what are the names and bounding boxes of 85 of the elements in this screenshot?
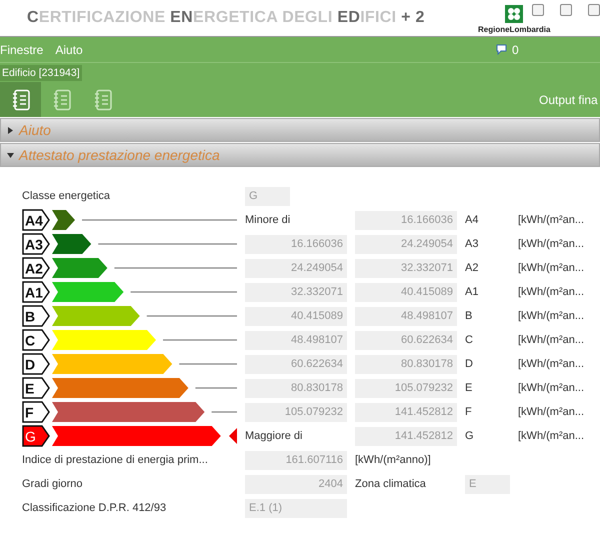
- unit-label: [kWh/(m²an...: [518, 310, 586, 322]
- class-name: A2: [465, 262, 480, 274]
- climate-zone-field: E: [465, 474, 510, 494]
- window-title: CERTIFICAZIONE ENERGETICA DEGLI EDIFICI + 2: [27, 9, 425, 27]
- section-title: Attestato prestazione energetica: [19, 147, 220, 163]
- range-to-field: 40.415089: [355, 282, 457, 302]
- message-count: 0: [512, 42, 519, 56]
- minimize-button[interactable]: [532, 4, 544, 16]
- range-from-field: 80.830178: [245, 378, 347, 398]
- range-label: Maggiore di: [245, 430, 304, 442]
- class-label-tag: A4: [22, 209, 50, 231]
- range-from-field: 48.498107: [245, 330, 347, 350]
- range-to-field: 48.498107: [355, 306, 457, 326]
- range-from-field: 105.079232: [245, 402, 347, 422]
- field-label: Indice di prestazione di energia prim...: [22, 454, 209, 466]
- unit-label: [kWh/(m²an...: [518, 214, 586, 226]
- unit-label: [kWh/(m²an...: [518, 358, 586, 370]
- range-to-field: 16.166036: [355, 210, 457, 230]
- class-name: A4: [465, 214, 480, 226]
- class-label-tag: C: [22, 329, 50, 351]
- range-to-field: 141.452812: [355, 426, 457, 446]
- energy-class-field: G: [245, 186, 290, 206]
- range-to-field: 24.249054: [355, 234, 457, 254]
- class-label-tag: B: [22, 305, 50, 327]
- menu-item[interactable]: Finestre: [0, 42, 52, 56]
- section-title: Aiuto: [19, 122, 51, 138]
- field-label: Classe energetica: [22, 190, 112, 202]
- leader-line: [212, 411, 237, 413]
- class-label-tag: E: [22, 377, 50, 399]
- logo-text: RegioneLombardia: [478, 25, 550, 34]
- unit-label: [kWh/(m²an...: [518, 334, 586, 346]
- class-name: D: [465, 358, 474, 370]
- class-name: C: [465, 334, 474, 346]
- classification-field: E.1 (1): [245, 498, 347, 518]
- notebook-icon: [52, 88, 72, 110]
- unit-label: [kWh/(m²an...: [518, 406, 586, 418]
- unit-label: [kWh/(m²an...: [518, 286, 586, 298]
- range-to-field: 32.332071: [355, 258, 457, 278]
- unit-label: [kWh/(m²anno)]: [355, 454, 432, 466]
- range-to-field: 105.079232: [355, 378, 457, 398]
- range-from-field: 32.332071: [245, 282, 347, 302]
- range-label: Minore di: [245, 214, 292, 226]
- section-header[interactable]: Aiuto: [0, 118, 600, 142]
- close-button[interactable]: [588, 4, 600, 16]
- field-label: Zona climatica: [355, 478, 427, 490]
- unit-label: [kWh/(m²an...: [518, 262, 586, 274]
- class-label-tag: A2: [22, 257, 50, 279]
- field-label: Gradi giorno: [22, 478, 84, 490]
- chat-icon[interactable]: [496, 44, 507, 55]
- class-name: A3: [465, 238, 480, 250]
- class-name: A1: [465, 286, 480, 298]
- class-name: F: [465, 406, 473, 418]
- class-label-tag: A1: [22, 281, 50, 303]
- class-name: G: [465, 430, 475, 442]
- class-name: B: [465, 310, 474, 322]
- class-marker-icon: [229, 428, 237, 444]
- menu-item[interactable]: Aiuto: [55, 42, 91, 56]
- range-from-field: 24.249054: [245, 258, 347, 278]
- range-from-field: 40.415089: [245, 306, 347, 326]
- class-label-tag: A3: [22, 233, 50, 255]
- notebook-icon: [10, 88, 30, 110]
- class-label-tag: G: [22, 425, 50, 447]
- restore-button[interactable]: [560, 4, 572, 16]
- range-from-field: 60.622634: [245, 354, 347, 374]
- unit-label: [kWh/(m²an...: [518, 430, 586, 442]
- degree-days-field: 2404: [245, 474, 347, 494]
- class-label-tag: D: [22, 353, 50, 375]
- field-label: Classificazione D.P.R. 412/93: [22, 502, 168, 514]
- range-to-field: 60.622634: [355, 330, 457, 350]
- document-tab[interactable]: Edificio [231943]: [0, 64, 82, 80]
- logo-icon: [505, 5, 524, 23]
- range-from-field: 16.166036: [245, 234, 347, 254]
- leader-line: [195, 387, 237, 389]
- unit-label: [kWh/(m²an...: [518, 382, 586, 394]
- section-header[interactable]: Attestato prestazione energetica: [0, 143, 600, 167]
- notebook-icon: [92, 88, 112, 110]
- range-to-field: 80.830178: [355, 354, 457, 374]
- class-name: E: [465, 382, 474, 394]
- leader-line: [179, 363, 237, 365]
- index-field: 161.607116: [245, 450, 347, 470]
- output-tab-label[interactable]: Output fina: [539, 93, 598, 107]
- range-to-field: 141.452812: [355, 402, 457, 422]
- notebook-tool-button[interactable]: [0, 82, 41, 117]
- class-label-tag: F: [22, 401, 50, 423]
- unit-label: [kWh/(m²an...: [518, 238, 586, 250]
